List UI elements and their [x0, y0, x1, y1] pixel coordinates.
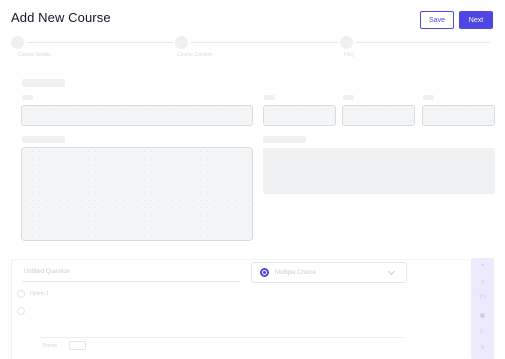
section-icon[interactable]: ≡ — [471, 345, 494, 351]
title-label-placeholder — [22, 95, 33, 100]
question-type-select[interactable]: Multiple Choice — [251, 262, 407, 283]
thumbnail-label-placeholder — [263, 136, 306, 143]
language-input[interactable] — [422, 105, 495, 126]
option-radio-icon — [17, 290, 25, 298]
stepper-step-1[interactable] — [11, 36, 173, 49]
step-3-connector — [356, 42, 490, 43]
field-2-label-placeholder — [264, 95, 275, 100]
field-3-label-placeholder — [343, 95, 354, 100]
step-2-label: Course Content — [177, 52, 213, 58]
question-toolbar: + ⇪ Tт ▣ ▷ ≡ — [471, 258, 494, 359]
question-type-value: Multiple Choice — [275, 269, 317, 276]
description-textarea[interactable] — [21, 147, 253, 241]
image-icon[interactable]: ▣ — [471, 312, 494, 319]
question-title-input[interactable]: Untitled Question — [22, 264, 240, 282]
description-label-placeholder — [22, 136, 65, 143]
points-label: Points — [43, 343, 57, 349]
add-option-radio-icon — [17, 307, 25, 315]
chevron-down-icon — [387, 267, 396, 276]
step-2-circle — [175, 36, 188, 49]
step-1-circle — [11, 36, 24, 49]
add-option-row[interactable] — [17, 307, 30, 315]
stepper-step-2[interactable] — [175, 36, 338, 49]
step-2-connector — [191, 42, 338, 43]
step-3-circle — [340, 36, 353, 49]
text-icon[interactable]: Tт — [471, 295, 494, 301]
next-button[interactable]: Next — [459, 11, 493, 29]
step-3-label: FAQ — [344, 52, 355, 58]
level-input[interactable] — [342, 105, 415, 126]
course-title-input[interactable] — [21, 105, 253, 126]
add-question-icon[interactable]: + — [471, 263, 494, 269]
section-heading-placeholder — [22, 79, 65, 87]
stepper-step-3[interactable] — [340, 36, 490, 49]
radio-icon — [260, 268, 269, 277]
video-icon[interactable]: ▷ — [471, 328, 494, 335]
option-label: Option 1 — [30, 291, 49, 297]
editor-divider — [40, 337, 404, 338]
save-button[interactable]: Save — [420, 11, 454, 29]
step-1-label: Course Details — [18, 52, 51, 58]
page-title: Add New Course — [11, 10, 111, 25]
thumbnail-upload-area[interactable] — [263, 148, 495, 194]
import-icon[interactable]: ⇪ — [471, 279, 494, 286]
category-input[interactable] — [263, 105, 336, 126]
step-1-connector — [27, 42, 173, 43]
points-input[interactable] — [69, 341, 86, 350]
option-row[interactable]: Option 1 — [17, 290, 49, 298]
field-4-label-placeholder — [423, 95, 434, 100]
